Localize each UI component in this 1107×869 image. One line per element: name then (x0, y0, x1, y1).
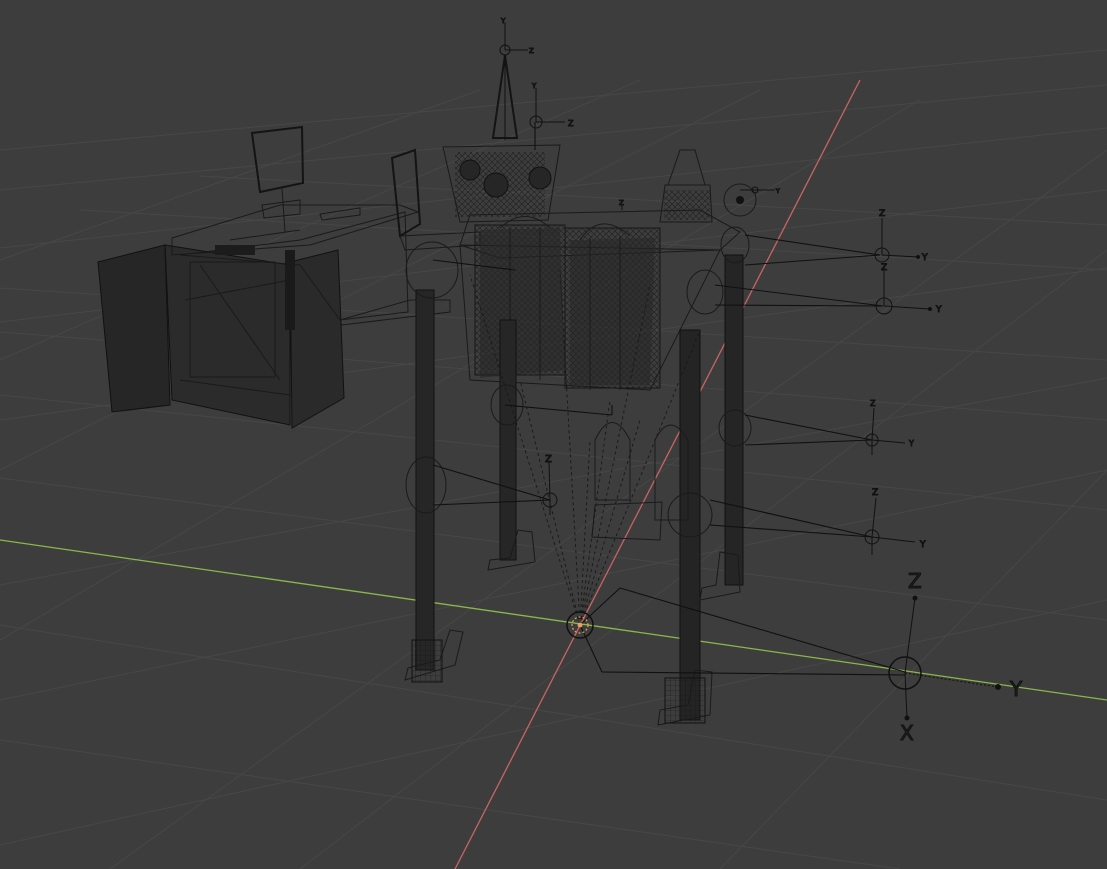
axis-label-z: Z (881, 263, 887, 273)
3d-viewport[interactable]: Y Z Y Z Z Y Z Y Z Y Z Y Z Y Z Z Y X (0, 0, 1107, 869)
axis-label-y: Y (500, 17, 506, 25)
empty-gizmo-front-right-upper[interactable]: Z Y (874, 209, 929, 264)
empty-gizmo-center[interactable]: Z (542, 454, 558, 515)
empty-gizmo-tower[interactable]: Y Z (529, 82, 575, 129)
axis-label-z: Z (870, 399, 876, 408)
empty-gizmo-top-spire[interactable]: Y Z (499, 17, 535, 56)
empty-gizmo-back-right[interactable]: Z Y (865, 399, 915, 455)
axis-label-y: Y (935, 305, 942, 315)
axis-label-x-large: X (900, 721, 914, 745)
axis-label-y: Y (919, 540, 926, 550)
root-control-gizmo[interactable]: Z Y X (888, 569, 1024, 746)
axis-label-z: Z (872, 488, 878, 498)
empty-gizmo-front-right-lower[interactable]: Z Y (864, 488, 927, 555)
axis-label-z: Z (545, 454, 552, 465)
axis-label-z: Z (879, 209, 885, 219)
empty-gizmo-top-center[interactable]: Z (619, 199, 625, 210)
axis-label-y-large: Y (1009, 677, 1023, 701)
axis-label-y: Y (908, 439, 914, 448)
axis-label-z: Z (529, 47, 534, 55)
axis-label-z: Z (619, 199, 624, 207)
axis-label-y: Y (775, 188, 780, 195)
empty-gizmo-front-right-mid[interactable]: Z Y (875, 263, 943, 316)
viewport-canvas[interactable]: Y Z Y Z Z Y Z Y Z Y Z Y Z Y Z Z Y X (0, 0, 1107, 869)
axis-label-z-large: Z (908, 569, 922, 593)
floor-grid (0, 49, 1107, 869)
axis-label-z: Z (568, 119, 574, 128)
axis-label-y: Y (531, 82, 537, 90)
axis-label-y: Y (921, 253, 928, 263)
